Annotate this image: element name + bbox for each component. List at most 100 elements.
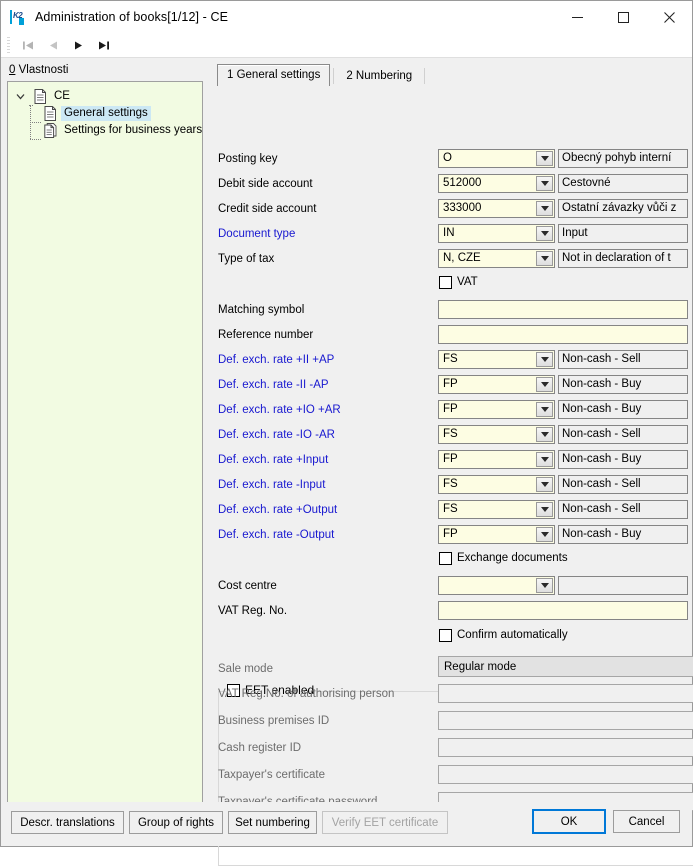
combo-def-exch-rate-minus-io-minus-ar[interactable]: FS — [438, 425, 555, 444]
chevron-down-icon[interactable] — [536, 151, 553, 166]
desc-cost-centre — [558, 576, 688, 595]
input-matching-symbol[interactable] — [438, 300, 688, 319]
input-reference-number[interactable] — [438, 325, 688, 344]
label-cash-register-id: Cash register ID — [218, 738, 301, 758]
label-vat-reg-no: VAT Reg. No. — [218, 601, 287, 621]
label-def-exch-rate-minus-ii-minus-ap[interactable]: Def. exch. rate -II -AP — [218, 375, 329, 395]
chevron-down-icon[interactable] — [536, 477, 553, 492]
title-bar: K2 Administration of books[1/12] - CE — [1, 1, 692, 33]
tab-strip: 1 General settings 2 Numbering — [210, 64, 692, 86]
document-icon — [44, 106, 57, 121]
properties-pane-label: 0 Vlastnosti — [7, 64, 210, 76]
next-record-icon[interactable] — [66, 34, 91, 56]
label-posting-key: Posting key — [218, 149, 277, 169]
chevron-down-icon[interactable] — [536, 377, 553, 392]
chevron-down-icon[interactable] — [536, 452, 553, 467]
chevron-down-icon[interactable] — [12, 92, 28, 101]
desc-def-exch-rate-plus-io-plus-ar: Non-cash - Buy — [558, 400, 688, 419]
chevron-down-icon[interactable] — [536, 352, 553, 367]
chevron-down-icon[interactable] — [536, 226, 553, 241]
checkbox-exchange-documents[interactable] — [439, 552, 452, 565]
combo-def-exch-rate-plus-io-plus-ar[interactable]: FP — [438, 400, 555, 419]
input-vat-reg-no[interactable] — [438, 601, 688, 620]
first-record-icon[interactable] — [16, 34, 41, 56]
cancel-button[interactable]: Cancel — [613, 810, 680, 833]
ok-button[interactable]: OK — [532, 809, 606, 834]
previous-record-icon[interactable] — [41, 34, 66, 56]
desc-document-type: Input — [558, 224, 688, 243]
label-sale-mode: Sale mode — [218, 659, 273, 679]
combo-type-of-tax[interactable]: N, CZE — [438, 249, 555, 268]
select-sale-mode[interactable]: Regular mode — [438, 656, 693, 677]
label-def-exch-rate-plus-input[interactable]: Def. exch. rate +Input — [218, 450, 328, 470]
combo-value: FP — [439, 376, 536, 393]
chevron-down-icon[interactable] — [536, 201, 553, 216]
combo-def-exch-rate-minus-ii-minus-ap[interactable]: FP — [438, 375, 555, 394]
desc-debit-side-account: Cestovné — [558, 174, 688, 193]
combo-document-type[interactable]: IN — [438, 224, 555, 243]
checkbox-confirm-automatically[interactable] — [439, 629, 452, 642]
label-def-exch-rate-plus-ii-plus-ap[interactable]: Def. exch. rate +II +AP — [218, 350, 334, 370]
label-vat-reg-no-authorising-person: VAT Reg.No. of authorising person — [218, 684, 394, 704]
combo-taxpayer-certificate[interactable] — [438, 765, 693, 784]
chevron-down-icon[interactable] — [536, 578, 553, 593]
tree-node-label: General settings — [61, 106, 151, 121]
settings-pane: 1 General settings 2 Numbering Posting k… — [210, 58, 692, 846]
input-vat-reg-no-authorising-person[interactable] — [438, 684, 693, 703]
combo-credit-side-account[interactable]: 333000 — [438, 199, 555, 218]
label-def-exch-rate-minus-io-minus-ar[interactable]: Def. exch. rate -IO -AR — [218, 425, 335, 445]
combo-value: FS — [439, 351, 536, 368]
label-def-exch-rate-plus-io-plus-ar[interactable]: Def. exch. rate +IO +AR — [218, 400, 341, 420]
tab-divider — [333, 68, 334, 84]
checkbox-confirm-automatically-row[interactable]: Confirm automatically — [439, 627, 568, 643]
label-type-of-tax: Type of tax — [218, 249, 274, 269]
combo-def-exch-rate-minus-input[interactable]: FS — [438, 475, 555, 494]
properties-tree[interactable]: CE — [7, 81, 203, 835]
record-navigation-toolbar — [1, 33, 692, 57]
tree-node-ce[interactable]: CE — [12, 88, 200, 105]
close-icon[interactable] — [646, 1, 692, 33]
minimize-icon[interactable] — [554, 1, 600, 33]
combo-def-exch-rate-minus-output[interactable]: FP — [438, 525, 555, 544]
label-def-exch-rate-minus-input[interactable]: Def. exch. rate -Input — [218, 475, 325, 495]
chevron-down-icon[interactable] — [536, 251, 553, 266]
chevron-down-icon[interactable] — [536, 502, 553, 517]
label-credit-side-account: Credit side account — [218, 199, 316, 219]
chevron-down-icon[interactable] — [536, 402, 553, 417]
tab-general-settings[interactable]: 1 General settings — [217, 64, 330, 86]
combo-value: O — [439, 150, 536, 167]
maximize-icon[interactable] — [600, 1, 646, 33]
tree-node-label: Settings for business years — [61, 123, 203, 138]
combo-debit-side-account[interactable]: 512000 — [438, 174, 555, 193]
chevron-down-icon[interactable] — [536, 427, 553, 442]
combo-def-exch-rate-plus-output[interactable]: FS — [438, 500, 555, 519]
combo-def-exch-rate-plus-input[interactable]: FP — [438, 450, 555, 469]
desc-def-exch-rate-minus-input: Non-cash - Sell — [558, 475, 688, 494]
input-cash-register-id[interactable] — [438, 738, 693, 757]
tree-node-settings-for-business-years[interactable]: Settings for business years — [12, 122, 200, 139]
tab-divider — [424, 68, 425, 84]
last-record-icon[interactable] — [91, 34, 116, 56]
chevron-down-icon[interactable] — [536, 527, 553, 542]
label-def-exch-rate-plus-output[interactable]: Def. exch. rate +Output — [218, 500, 337, 520]
input-business-premises-id[interactable] — [438, 711, 693, 730]
descr-translations-button[interactable]: Descr. translations — [11, 811, 124, 834]
combo-value: IN — [439, 225, 536, 242]
combo-def-exch-rate-plus-ii-plus-ap[interactable]: FS — [438, 350, 555, 369]
label-document-type[interactable]: Document type — [218, 224, 295, 244]
tree-node-general-settings[interactable]: General settings — [12, 105, 200, 122]
desc-def-exch-rate-plus-output: Non-cash - Sell — [558, 500, 688, 519]
toolbar-grip[interactable] — [7, 37, 10, 53]
chevron-down-icon[interactable] — [536, 176, 553, 191]
label-def-exch-rate-minus-output[interactable]: Def. exch. rate -Output — [218, 525, 334, 545]
checkbox-vat-row[interactable]: VAT — [439, 274, 478, 290]
checkbox-exchange-documents-row[interactable]: Exchange documents — [439, 550, 568, 566]
combo-cost-centre[interactable] — [438, 576, 555, 595]
set-numbering-button[interactable]: Set numbering — [228, 811, 317, 834]
label-reference-number: Reference number — [218, 325, 313, 345]
combo-posting-key[interactable]: O — [438, 149, 555, 168]
group-of-rights-button[interactable]: Group of rights — [129, 811, 223, 834]
checkbox-vat[interactable] — [439, 276, 452, 289]
tab-numbering[interactable]: 2 Numbering — [337, 66, 421, 86]
general-settings-form: Posting key O Obecný pohyb interní Debit… — [210, 86, 692, 846]
